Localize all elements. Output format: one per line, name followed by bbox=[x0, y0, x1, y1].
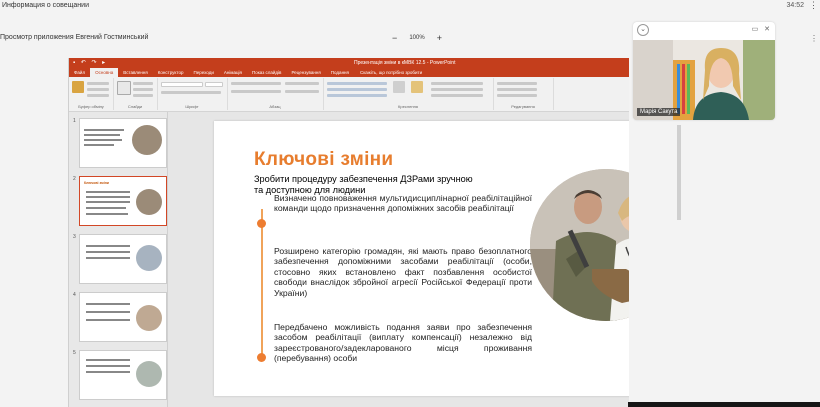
zoom-value: 100% bbox=[409, 35, 425, 41]
tell-me-box[interactable]: Скажіть, що потрібно зробити bbox=[360, 68, 422, 77]
meeting-time: 34:52 bbox=[786, 2, 804, 9]
tab-file[interactable]: Файл bbox=[69, 68, 90, 77]
paragraph-label: Абзац bbox=[269, 104, 281, 109]
slide-paragraph-1: Визначено повноваження мультидисциплінар… bbox=[274, 193, 532, 214]
slide-photo bbox=[530, 169, 629, 321]
menu-icon[interactable]: ⋮ bbox=[809, 0, 818, 11]
thumbnail-frame[interactable] bbox=[79, 350, 167, 400]
thumbnail-2[interactable]: 2 Ключові зміни bbox=[69, 176, 167, 226]
tab-transitions[interactable]: Переходи bbox=[188, 68, 218, 77]
powerpoint-window: ▪ ↶ ↷ ▸ Презентація зміни в кМВК 12.5 - … bbox=[68, 58, 629, 407]
slides-group: Слайди bbox=[113, 78, 158, 110]
bottom-bar bbox=[0, 399, 68, 407]
new-slide-icon[interactable] bbox=[117, 81, 131, 95]
viewer-bar: Просмотр приложения Евгений Гостминський… bbox=[0, 32, 630, 46]
font-group: Шрифт bbox=[157, 78, 228, 110]
window-title: Информация о совещании bbox=[2, 2, 89, 9]
top-bar: Информация о совещании 34:52 ⋮ bbox=[0, 0, 820, 14]
viewer-menu-icon[interactable]: ⋮ bbox=[810, 34, 818, 43]
thumbnail-1[interactable]: 1 bbox=[69, 118, 167, 168]
thumbnail-photo bbox=[136, 305, 162, 331]
zoom-controls: − 100% + bbox=[392, 33, 442, 43]
thumbnail-3[interactable]: 3 bbox=[69, 234, 167, 284]
ppt-doc-title: Презентація зміни в кМВК 12.5 - PowerPoi… bbox=[354, 60, 456, 66]
camera-tile: ⌄ ▭ ✕ Марія Сакута bbox=[633, 22, 775, 120]
clipboard-label: Буфер обміну bbox=[78, 104, 104, 109]
tab-home[interactable]: Основна bbox=[90, 68, 119, 77]
collapse-icon[interactable]: ⌄ bbox=[637, 24, 649, 36]
quick-access-toolbar[interactable]: ▪ ↶ ↷ ▸ bbox=[73, 59, 107, 66]
viewer-title: Просмотр приложения Евгений Гостминський bbox=[0, 34, 149, 41]
quick-styles-icon[interactable] bbox=[411, 81, 423, 93]
font-label: Шрифт bbox=[185, 104, 199, 109]
viewer-scrollbar[interactable] bbox=[677, 125, 681, 220]
participant-name: Марія Сакута bbox=[637, 108, 681, 116]
tab-animation[interactable]: Анімація bbox=[219, 68, 247, 77]
tab-slideshow[interactable]: Показ слайдів bbox=[247, 68, 286, 77]
thumbnail-frame[interactable] bbox=[79, 234, 167, 284]
slides-label: Слайди bbox=[127, 104, 143, 109]
slide-title: Ключові зміни bbox=[254, 149, 394, 170]
drawing-label: Креслення bbox=[398, 104, 418, 109]
paste-icon[interactable] bbox=[72, 81, 84, 93]
thumbnail-number: 1 bbox=[73, 118, 76, 124]
ppt-tabs: Файл Основна Вставлення Конструктор Пере… bbox=[69, 68, 629, 77]
tab-review[interactable]: Рецензування bbox=[286, 68, 325, 77]
thumbnail-number: 4 bbox=[73, 292, 76, 298]
ribbon: Буфер обміну Слайди Шрифт Абзац Кресленн… bbox=[69, 77, 629, 112]
current-slide[interactable]: Ключові зміни Зробити процедуру забезпеч… bbox=[214, 121, 629, 396]
editing-label: Редагування bbox=[511, 104, 535, 109]
slide-paragraph-2: Розширено категорію громадян, які мають … bbox=[274, 246, 532, 298]
thumbnail-photo bbox=[136, 189, 162, 215]
tab-view[interactable]: Подання bbox=[326, 68, 354, 77]
timeline-dot bbox=[257, 353, 266, 362]
thumbnail-photo bbox=[132, 125, 162, 155]
thumbnail-frame-selected[interactable]: Ключові зміни bbox=[79, 176, 167, 226]
tab-design[interactable]: Конструктор bbox=[153, 68, 189, 77]
zoom-in-button[interactable]: + bbox=[437, 33, 442, 43]
thumbnail-4[interactable]: 4 bbox=[69, 292, 167, 342]
paragraph-group: Абзац bbox=[227, 78, 324, 110]
thumbnail-number: 3 bbox=[73, 234, 76, 240]
thumbnail-photo bbox=[136, 245, 162, 271]
thumbnail-photo bbox=[136, 361, 162, 387]
timeline-line bbox=[261, 209, 263, 359]
timeline-dot bbox=[257, 219, 266, 228]
participant-video: Марія Сакута bbox=[633, 40, 775, 120]
thumbnail-title: Ключові зміни bbox=[84, 181, 109, 185]
arrange-icon[interactable] bbox=[393, 81, 405, 93]
thumbnail-number: 5 bbox=[73, 350, 76, 356]
slide-paragraph-3: Передбачено можливість подання заяви про… bbox=[274, 322, 532, 364]
bottom-panel bbox=[628, 402, 820, 407]
slide-canvas: Ключові зміни Зробити процедуру забезпеч… bbox=[168, 112, 629, 407]
editing-group: Редагування bbox=[493, 78, 554, 110]
veteran-doctor-illustration bbox=[530, 169, 629, 321]
thumbnail-number: 2 bbox=[73, 176, 76, 182]
clipboard-group: Буфер обміну bbox=[69, 78, 114, 110]
window-controls-icon[interactable]: ▭ ✕ bbox=[752, 25, 772, 33]
thumbnail-5[interactable]: 5 bbox=[69, 350, 167, 400]
ppt-titlebar: ▪ ↶ ↷ ▸ Презентація зміни в кМВК 12.5 - … bbox=[69, 58, 629, 68]
drawing-group: Креслення bbox=[323, 78, 494, 110]
zoom-out-button[interactable]: − bbox=[392, 33, 397, 43]
thumbnail-frame[interactable] bbox=[79, 292, 167, 342]
slide-thumbnails: 1 2 Ключові зміни 3 4 5 bbox=[69, 112, 168, 407]
thumbnail-frame[interactable] bbox=[79, 118, 167, 168]
tab-insert[interactable]: Вставлення bbox=[118, 68, 153, 77]
